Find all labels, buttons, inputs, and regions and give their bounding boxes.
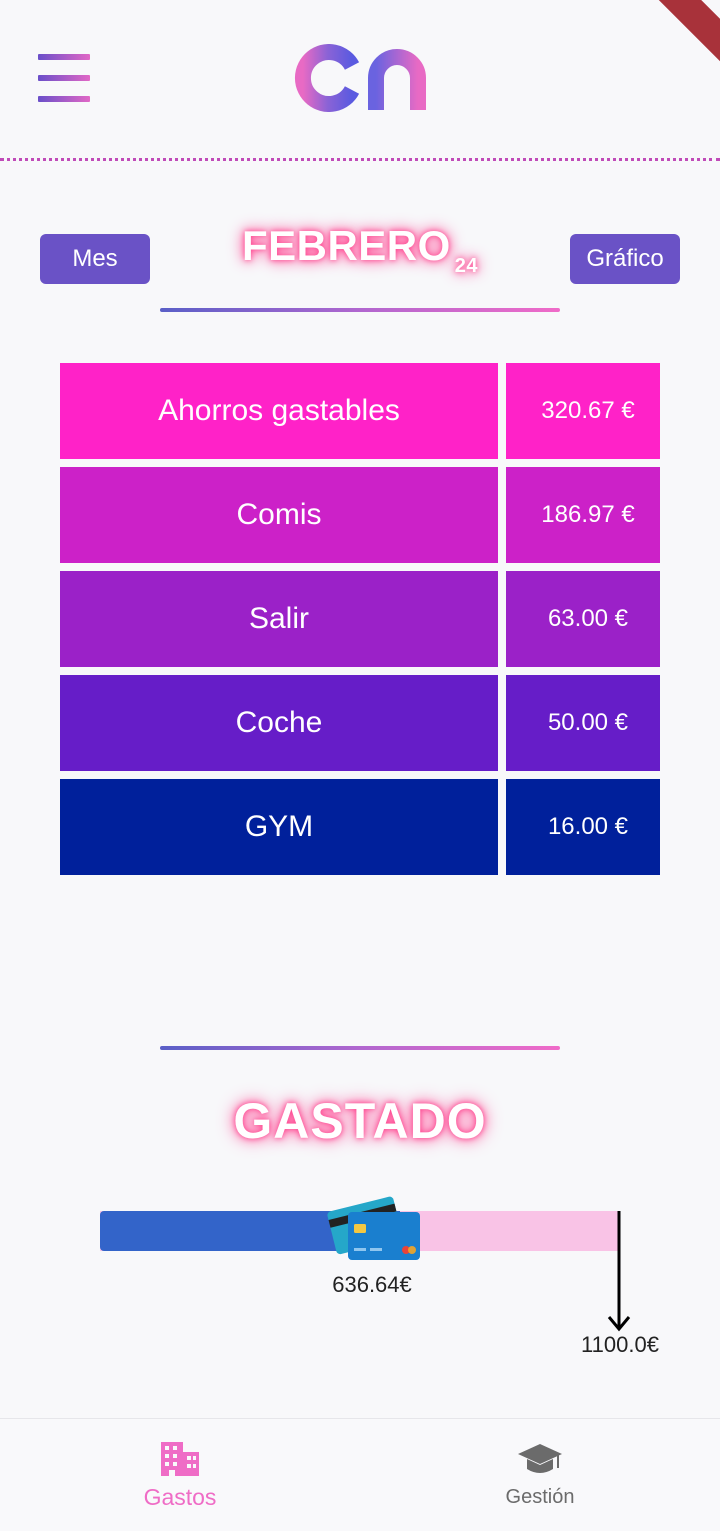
nav-gastos-label: Gastos (143, 1484, 217, 1510)
header-divider (0, 158, 720, 161)
nav-gestion[interactable]: Gestión (360, 1419, 720, 1531)
category-name: Coche (60, 675, 498, 771)
spent-amount: 636.64€ (332, 1272, 412, 1297)
category-row[interactable]: Ahorros gastables 320.67 € (60, 363, 660, 459)
limit-amount: 1100.0€ (581, 1332, 659, 1357)
app-header (0, 0, 720, 160)
category-row[interactable]: GYM 16.00 € (60, 779, 660, 875)
grafico-button[interactable]: Gráfico (570, 234, 680, 284)
co-logo-icon (295, 44, 426, 112)
building-icon (161, 1442, 199, 1476)
category-value: 186.97 € (506, 467, 660, 563)
category-value: 320.67 € (506, 363, 660, 459)
category-value: 16.00 € (506, 779, 660, 875)
limit-arrow-icon (607, 1211, 631, 1332)
category-name: Comis (60, 467, 498, 563)
gradient-divider (160, 1046, 560, 1050)
category-value: 63.00 € (506, 571, 660, 667)
category-row[interactable]: Comis 186.97 € (60, 467, 660, 563)
month-year: 24 (454, 255, 479, 277)
credit-cards-icon (327, 1196, 420, 1260)
category-value: 50.00 € (506, 675, 660, 771)
category-name: GYM (60, 779, 498, 875)
gastado-title: GASTADO (233, 1093, 487, 1149)
category-table: Ahorros gastables 320.67 € Comis 186.97 … (60, 363, 660, 883)
mes-button[interactable]: Mes (40, 234, 150, 284)
gradient-divider (160, 308, 560, 312)
hamburger-menu-icon[interactable] (38, 54, 90, 102)
category-name: Salir (60, 571, 498, 667)
nav-gestion-label: Gestión (505, 1486, 575, 1508)
month-title: FEBRERO 24 (200, 222, 520, 278)
month-name: FEBRERO (241, 222, 451, 269)
bottom-navigation: Gastos Gestión (0, 1418, 720, 1531)
graduation-cap-icon (518, 1444, 562, 1473)
category-name: Ahorros gastables (60, 363, 498, 459)
nav-gastos[interactable]: Gastos (0, 1419, 360, 1531)
category-row[interactable]: Salir 63.00 € (60, 571, 660, 667)
category-row[interactable]: Coche 50.00 € (60, 675, 660, 771)
